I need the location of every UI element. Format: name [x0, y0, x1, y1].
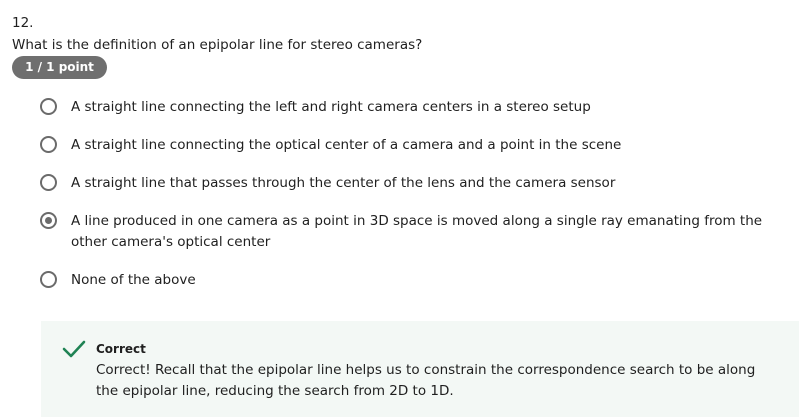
feedback-panel: Correct Correct! Recall that the epipola… [41, 321, 799, 417]
radio-button[interactable] [40, 174, 57, 191]
answer-option-label: A straight line that passes through the … [71, 175, 616, 191]
radio-button-selected[interactable] [40, 212, 57, 229]
points-badge: 1 / 1 point [12, 56, 107, 79]
radio-button[interactable] [40, 136, 57, 153]
question-number: 12. [12, 15, 34, 31]
question-text: What is the definition of an epipolar li… [12, 37, 423, 53]
radio-button[interactable] [40, 271, 57, 288]
feedback-text: Correct! Recall that the epipolar line h… [96, 362, 756, 399]
answer-option-label: A line produced in one camera as a point… [71, 213, 763, 250]
check-icon [62, 340, 86, 358]
answer-option-label: A straight line connecting the optical c… [71, 137, 622, 153]
answer-option-label: A straight line connecting the left and … [71, 99, 591, 115]
answer-option-label: None of the above [71, 272, 196, 288]
feedback-title: Correct [96, 342, 146, 356]
radio-button[interactable] [40, 98, 57, 115]
